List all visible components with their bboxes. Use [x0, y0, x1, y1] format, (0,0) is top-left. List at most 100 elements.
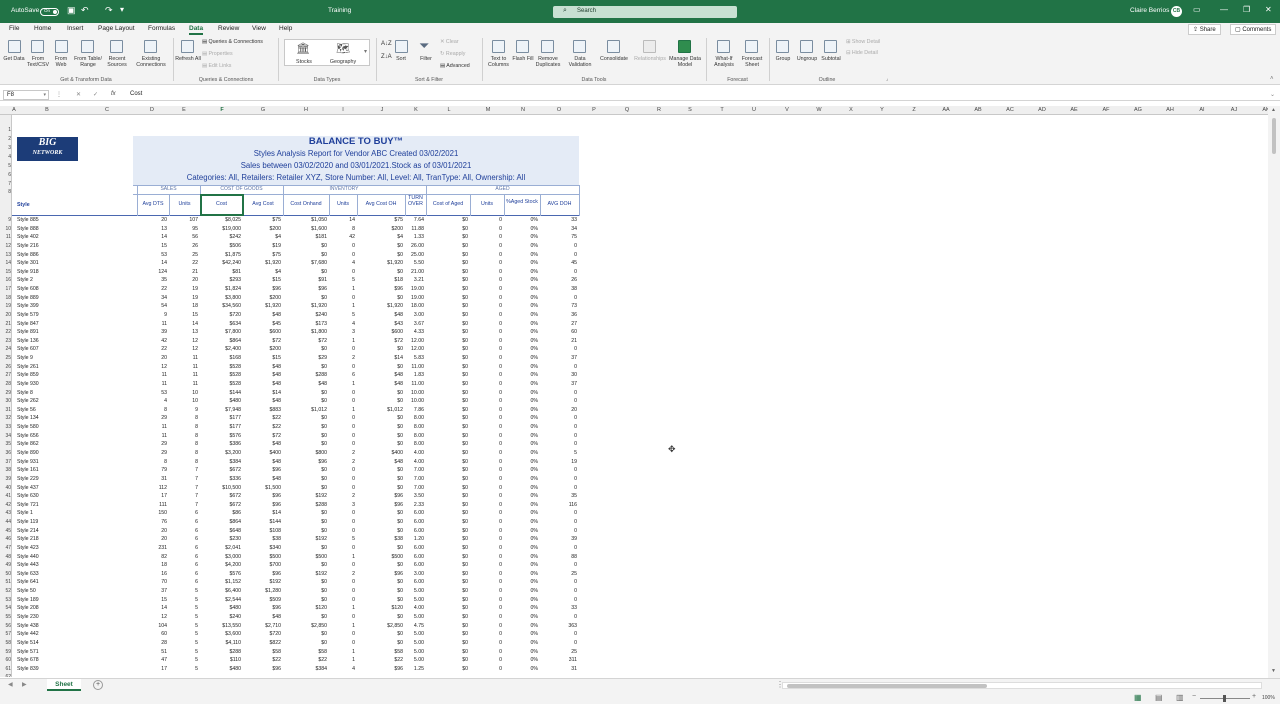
cell-units[interactable]: 6 [169, 528, 198, 535]
cell-avg-dts[interactable]: 150 [137, 510, 167, 517]
cell-avg-dts[interactable]: 54 [137, 303, 167, 310]
cell-avg-cost[interactable]: $48 [243, 476, 281, 483]
cell-avg-cost-oh[interactable]: $22 [357, 657, 403, 664]
next-sheet-icon[interactable]: ▶ [22, 681, 27, 688]
cell-avg-dts[interactable]: 11 [137, 424, 167, 431]
cell-avg-cost[interactable]: $15 [243, 277, 281, 284]
cell-inv-units[interactable]: 0 [329, 579, 355, 586]
cell-inv-units[interactable]: 0 [329, 252, 355, 259]
column-header-ah[interactable]: AH [1162, 107, 1178, 113]
cell-inv-units[interactable]: 0 [329, 269, 355, 276]
cell-cost-aged[interactable]: $0 [426, 528, 468, 535]
cell-cost-onhand[interactable]: $2,850 [283, 623, 327, 630]
cell-cost-onhand[interactable]: $96 [283, 459, 327, 466]
cell-inv-units[interactable]: 0 [329, 476, 355, 483]
cell-cost-onhand[interactable]: $0 [283, 415, 327, 422]
cell-avg-dts[interactable]: 18 [137, 562, 167, 569]
column-header-t[interactable]: T [714, 107, 730, 113]
cell-avg-cost-oh[interactable]: $96 [357, 502, 403, 509]
cell-avg-dts[interactable]: 11 [137, 381, 167, 388]
cell-cost-onhand[interactable]: $7,680 [283, 260, 327, 267]
row-header[interactable]: 44 [0, 519, 11, 525]
cell-avg-cost[interactable]: $4 [243, 234, 281, 241]
row-header[interactable]: 52 [0, 588, 11, 594]
column-header-f[interactable]: F [214, 107, 230, 113]
cell-cost-onhand[interactable]: $384 [283, 666, 327, 673]
cell-avg-doh[interactable]: 0 [540, 640, 577, 647]
column-header-ag[interactable]: AG [1130, 107, 1146, 113]
cell-cost[interactable]: $242 [200, 234, 241, 241]
cell-avg-cost-oh[interactable]: $96 [357, 666, 403, 673]
cell-cost[interactable]: $528 [200, 364, 241, 371]
refresh-all-button[interactable]: Refresh All [175, 56, 201, 62]
cell-avg-cost[interactable]: $96 [243, 467, 281, 474]
cell-aged-units[interactable]: 0 [470, 303, 502, 310]
cell-cost[interactable]: $7,948 [200, 407, 241, 414]
cell-turnover[interactable]: 8.00 [405, 441, 424, 448]
redo-icon[interactable]: ↷ [105, 5, 113, 16]
cell-inv-units[interactable]: 0 [329, 545, 355, 552]
cell-aged-units[interactable]: 0 [470, 467, 502, 474]
cell-avg-cost-oh[interactable]: $0 [357, 640, 403, 647]
cell-units[interactable]: 7 [169, 502, 198, 509]
cell-turnover[interactable]: 8.00 [405, 433, 424, 440]
cell-avg-cost[interactable]: $96 [243, 571, 281, 578]
tab-file[interactable]: File [9, 25, 19, 32]
cell-cost-aged[interactable]: $0 [426, 640, 468, 647]
cell-cost[interactable]: $336 [200, 476, 241, 483]
column-header-o[interactable]: O [551, 107, 567, 113]
cell-avg-cost-oh[interactable]: $0 [357, 562, 403, 569]
row-header[interactable]: 55 [0, 614, 11, 620]
cell-avg-doh[interactable]: 5 [540, 450, 577, 457]
cell-pct-aged[interactable]: 0% [504, 657, 539, 664]
cell-cost-aged[interactable]: $0 [426, 372, 468, 379]
cell-inv-units[interactable]: 0 [329, 415, 355, 422]
filter-button[interactable]: Filter [414, 56, 438, 62]
cell-cost-onhand[interactable]: $1,800 [283, 329, 327, 336]
cell-inv-units[interactable]: 5 [329, 536, 355, 543]
cell-avg-doh[interactable]: 0 [540, 631, 577, 638]
cell-pct-aged[interactable]: 0% [504, 364, 539, 371]
cell-aged-units[interactable]: 0 [470, 571, 502, 578]
cell-style[interactable]: Style 423 [17, 545, 39, 552]
cell-style[interactable]: Style 889 [17, 295, 39, 302]
cell-style[interactable]: Style 859 [17, 372, 39, 379]
cell-pct-aged[interactable]: 0% [504, 562, 539, 569]
cell-avg-cost[interactable]: $200 [243, 226, 281, 233]
cell-units[interactable]: 7 [169, 485, 198, 492]
cell-cost-aged[interactable]: $0 [426, 295, 468, 302]
cell-units[interactable]: 5 [169, 588, 198, 595]
cell-cost-onhand[interactable]: $91 [283, 277, 327, 284]
cell-cost-onhand[interactable]: $0 [283, 510, 327, 517]
cell-pct-aged[interactable]: 0% [504, 554, 539, 561]
cell-avg-cost-oh[interactable]: $0 [357, 252, 403, 259]
cell-turnover[interactable]: 7.00 [405, 467, 424, 474]
cell-avg-dts[interactable]: 34 [137, 295, 167, 302]
cell-inv-units[interactable]: 1 [329, 605, 355, 612]
cell-units[interactable]: 8 [169, 450, 198, 457]
cell-inv-units[interactable]: 0 [329, 597, 355, 604]
cell-aged-units[interactable]: 0 [470, 312, 502, 319]
cell-cost-onhand[interactable]: $0 [283, 252, 327, 259]
cell-cost-aged[interactable]: $0 [426, 252, 468, 259]
cell-cost[interactable]: $3,800 [200, 295, 241, 302]
cell-units[interactable]: 107 [169, 217, 198, 224]
subtotal-button[interactable]: Subtotal [818, 56, 844, 62]
cell-avg-dts[interactable]: 20 [137, 355, 167, 362]
row-header[interactable]: 11 [0, 234, 11, 240]
cell-turnover[interactable]: 4.00 [405, 459, 424, 466]
cell-inv-units[interactable]: 0 [329, 562, 355, 569]
cell-avg-cost-oh[interactable]: $400 [357, 450, 403, 457]
cell-inv-units[interactable]: 2 [329, 355, 355, 362]
cell-cost-aged[interactable]: $0 [426, 493, 468, 500]
column-header-n[interactable]: N [515, 107, 531, 113]
cell-cost-onhand[interactable]: $0 [283, 424, 327, 431]
column-header-q[interactable]: Q [619, 107, 635, 113]
cell-avg-cost[interactable]: $96 [243, 605, 281, 612]
tab-view[interactable]: View [252, 25, 266, 32]
cell-inv-units[interactable]: 3 [329, 502, 355, 509]
undo-icon[interactable]: ↶ [81, 5, 89, 16]
row-header[interactable]: 41 [0, 493, 11, 499]
cell-cost-onhand[interactable]: $288 [283, 372, 327, 379]
cell-avg-dts[interactable]: 82 [137, 554, 167, 561]
